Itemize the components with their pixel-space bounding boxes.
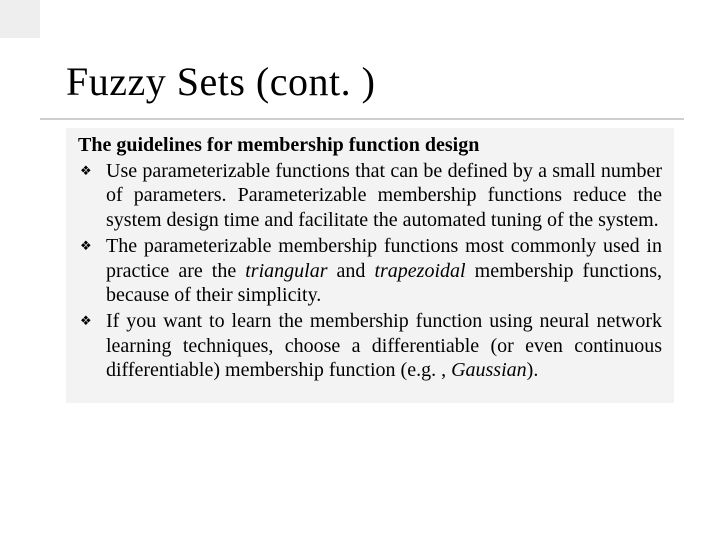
diamond-bullet-icon: ❖ <box>80 239 92 252</box>
list-item: ❖ The parameterizable membership functio… <box>78 234 662 307</box>
slide: Fuzzy Sets (cont. ) The guidelines for m… <box>0 0 720 540</box>
bullet-text: The parameterizable membership functions… <box>106 235 662 306</box>
slide-body: The guidelines for membership function d… <box>66 128 674 403</box>
list-item: ❖ Use parameterizable functions that can… <box>78 159 662 232</box>
list-item: ❖ If you want to learn the membership fu… <box>78 309 662 382</box>
title-underline <box>40 118 684 120</box>
bullet-text: If you want to learn the membership func… <box>106 310 662 381</box>
bullet-text: Use parameterizable functions that can b… <box>106 160 662 231</box>
bullet-list: ❖ Use parameterizable functions that can… <box>78 159 662 383</box>
lead-text: The guidelines for membership function d… <box>78 134 662 157</box>
diamond-bullet-icon: ❖ <box>80 164 92 177</box>
slide-title: Fuzzy Sets (cont. ) <box>66 58 680 105</box>
diamond-bullet-icon: ❖ <box>80 314 92 327</box>
corner-decoration <box>0 0 40 38</box>
